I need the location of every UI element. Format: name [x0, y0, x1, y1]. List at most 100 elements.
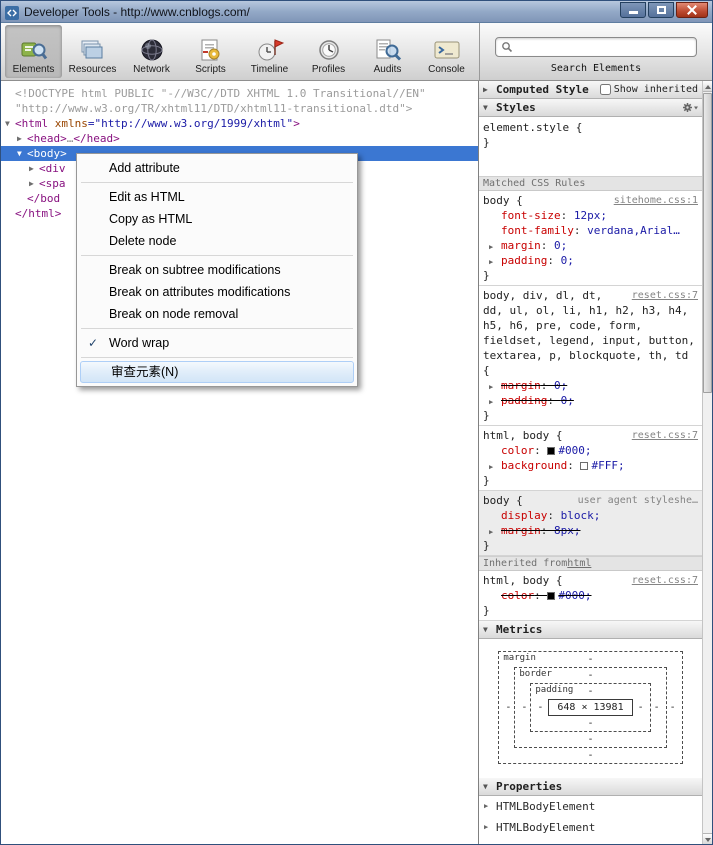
expand-icon: ▶ — [483, 85, 492, 94]
border-bottom-value[interactable]: - — [518, 732, 662, 747]
tab-resources[interactable]: Resources — [64, 25, 121, 78]
property-item-htmlbodyelement-1[interactable]: ▶HTMLBodyElement — [479, 796, 702, 817]
menu-item-copy-as-html[interactable]: Copy as HTML — [79, 208, 355, 230]
maximize-button[interactable] — [648, 2, 674, 18]
color-swatch-white[interactable] — [580, 462, 588, 470]
maximize-icon — [657, 6, 666, 14]
padding-right-value[interactable]: - — [635, 702, 647, 713]
margin-bottom-value[interactable]: - — [502, 748, 678, 763]
css-rule-html-body: reset.css:7html, body { color#000; ▶back… — [479, 426, 702, 491]
rule-selector-line[interactable]: sitehome.css:1body { — [483, 193, 698, 208]
scrollbar-thumb[interactable] — [703, 93, 712, 393]
menu-item-add-attribute[interactable]: Add attribute — [79, 157, 355, 179]
tab-network[interactable]: Network — [123, 25, 180, 78]
margin-left-value[interactable]: - — [502, 702, 514, 713]
padding-left-value[interactable]: - — [534, 702, 546, 713]
css-rule-user-agent: user agent styleshe…body { displayblock;… — [479, 491, 702, 556]
tab-console[interactable]: Console — [418, 25, 475, 78]
inherited-html-link[interactable]: html — [567, 558, 591, 569]
styles-options-button[interactable] — [682, 102, 698, 113]
stylesheet-link[interactable]: reset.css:7 — [632, 573, 698, 588]
expand-icon[interactable]: ▶ — [489, 255, 493, 270]
search-input[interactable] — [517, 41, 691, 54]
scroll-up-button[interactable] — [703, 81, 712, 92]
menu-item-break-subtree[interactable]: Break on subtree modifications — [79, 259, 355, 281]
box-model-padding: padding - - 648 × 13981 - - — [530, 683, 650, 732]
border-left-value[interactable]: - — [518, 702, 530, 713]
menu-item-inspect-element[interactable]: 审查元素(N) — [80, 361, 354, 383]
expand-icon[interactable]: ▶ — [489, 460, 493, 475]
tab-scripts[interactable]: Scripts — [182, 25, 239, 78]
css-property[interactable]: font-familyverdana,Arial… — [483, 223, 698, 238]
collapse-icon[interactable]: ▼ — [5, 116, 15, 131]
menu-separator — [81, 357, 353, 358]
stylesheet-link[interactable]: reset.css:7 — [632, 288, 698, 303]
border-label: border — [519, 669, 552, 679]
rule-selector-line[interactable]: user agent styleshe…body { — [483, 493, 698, 508]
rule-selector-line[interactable]: reset.css:7html, body { — [483, 428, 698, 443]
menu-item-word-wrap[interactable]: ✓Word wrap — [79, 332, 355, 354]
css-property[interactable]: color#000; — [483, 443, 698, 458]
stylesheet-link[interactable]: reset.css:7 — [632, 428, 698, 443]
matched-rules-header: Matched CSS Rules — [479, 176, 702, 191]
tab-elements[interactable]: Elements — [5, 25, 62, 78]
minimize-button[interactable] — [620, 2, 646, 18]
close-button[interactable] — [676, 2, 708, 18]
element-style-rule[interactable]: element.style { } — [479, 117, 702, 176]
menu-item-break-node-removal[interactable]: Break on node removal — [79, 303, 355, 325]
window-controls — [620, 2, 708, 18]
collapse-icon: ▼ — [483, 103, 492, 112]
menu-item-delete-node[interactable]: Delete node — [79, 230, 355, 252]
properties-header[interactable]: ▼ Properties — [479, 778, 702, 796]
css-property[interactable]: ▶margin0; — [483, 238, 698, 253]
margin-right-value[interactable]: - — [667, 702, 679, 713]
tab-timeline[interactable]: Timeline — [241, 25, 298, 78]
scroll-down-button[interactable] — [703, 833, 712, 844]
expand-icon[interactable]: ▶ — [484, 802, 488, 810]
stylesheet-link[interactable]: sitehome.css:1 — [614, 193, 698, 208]
color-swatch-black[interactable] — [547, 447, 555, 455]
css-rule-body-sitehome: sitehome.css:1body { font-size12px; font… — [479, 191, 702, 286]
tree-doctype-line-2[interactable]: "http://www.w3.org/TR/xhtml11/DTD/xhtml1… — [1, 101, 478, 116]
menu-item-edit-as-html[interactable]: Edit as HTML — [79, 186, 355, 208]
menu-item-break-attributes[interactable]: Break on attributes modifications — [79, 281, 355, 303]
tree-doctype-line-1[interactable]: <!DOCTYPE html PUBLIC "-//W3C//DTD XHTML… — [1, 86, 478, 101]
rule-selector-line[interactable]: reset.css:7html, body { — [483, 573, 698, 588]
padding-bottom-value[interactable]: - — [534, 716, 646, 731]
expand-icon[interactable]: ▶ — [484, 823, 488, 831]
scrollbar[interactable] — [702, 81, 712, 844]
tree-node-html[interactable]: ▼<html xmlns="http://www.w3.org/1999/xht… — [1, 116, 478, 131]
property-item-htmlbodyelement-2[interactable]: ▶HTMLBodyElement — [479, 817, 702, 838]
titlebar[interactable]: Developer Tools - http://www.cnblogs.com… — [1, 1, 712, 23]
css-property[interactable]: displayblock; — [483, 508, 698, 523]
css-property[interactable]: ▶background#FFF; — [483, 458, 698, 473]
tab-profiles[interactable]: Profiles — [300, 25, 357, 78]
css-property-overridden[interactable]: ▶margin8px; — [483, 523, 698, 538]
expand-icon[interactable]: ▶ — [17, 131, 27, 146]
styles-header[interactable]: ▼ Styles — [479, 99, 702, 117]
css-property-overridden[interactable]: ▶margin0; — [483, 378, 698, 393]
color-swatch-black[interactable] — [547, 592, 555, 600]
content-size-value[interactable]: 648 × 13981 — [548, 699, 632, 716]
css-property-overridden[interactable]: ▶padding0; — [483, 393, 698, 408]
inherited-from-header: Inherited from html — [479, 556, 702, 571]
expand-icon[interactable]: ▶ — [29, 176, 39, 191]
show-inherited-checkbox[interactable] — [600, 84, 611, 95]
search-caption: Search Elements — [551, 63, 641, 74]
search-area: Search Elements — [479, 23, 712, 80]
computed-style-header[interactable]: ▶ Computed Style Show inherited — [479, 81, 702, 99]
devtools-window: Developer Tools - http://www.cnblogs.com… — [0, 0, 713, 845]
search-field[interactable] — [495, 37, 697, 57]
css-property-overridden[interactable]: color#000; — [483, 588, 698, 603]
tree-node-head[interactable]: ▶<head>…</head> — [1, 131, 478, 146]
metrics-header[interactable]: ▼ Metrics — [479, 621, 702, 639]
expand-icon[interactable]: ▶ — [489, 395, 493, 410]
border-right-value[interactable]: - — [651, 702, 663, 713]
css-property[interactable]: ▶padding0; — [483, 253, 698, 268]
tab-audits[interactable]: Audits — [359, 25, 416, 78]
expand-icon[interactable]: ▶ — [489, 525, 493, 540]
collapse-icon[interactable]: ▼ — [17, 146, 27, 161]
css-property[interactable]: font-size12px; — [483, 208, 698, 223]
rule-selector-line[interactable]: reset.css:7body, div, dl, dt, dd, ul, ol… — [483, 288, 698, 378]
expand-icon[interactable]: ▶ — [29, 161, 39, 176]
